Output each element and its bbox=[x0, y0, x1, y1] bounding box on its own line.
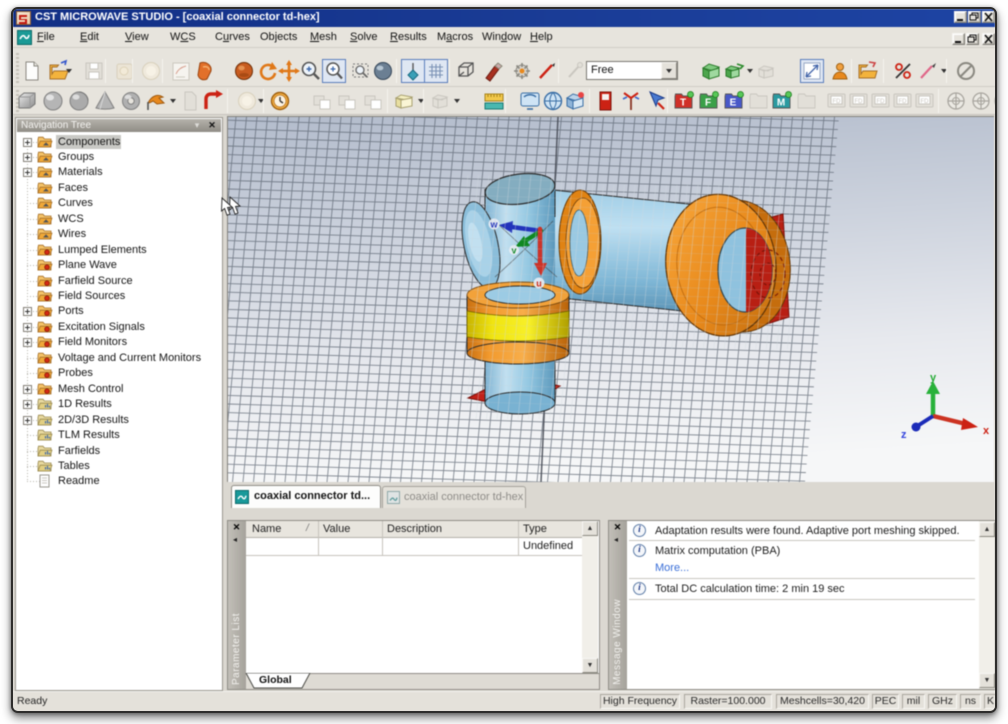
svg-text:x: x bbox=[983, 425, 990, 437]
svg-text:FD: FD bbox=[921, 99, 930, 105]
svg-text:F: F bbox=[705, 98, 711, 109]
svg-text:FD: FD bbox=[855, 99, 864, 105]
svg-text:FD: FD bbox=[899, 99, 908, 105]
svg-text:z: z bbox=[901, 429, 907, 441]
svg-text:M: M bbox=[777, 98, 785, 109]
svg-text:FD: FD bbox=[833, 99, 842, 105]
svg-text:v: v bbox=[511, 246, 516, 256]
svg-text:E: E bbox=[730, 98, 737, 109]
svg-text:y: y bbox=[930, 372, 937, 384]
svg-text:T: T bbox=[680, 98, 686, 109]
svg-text:FD: FD bbox=[877, 99, 886, 105]
